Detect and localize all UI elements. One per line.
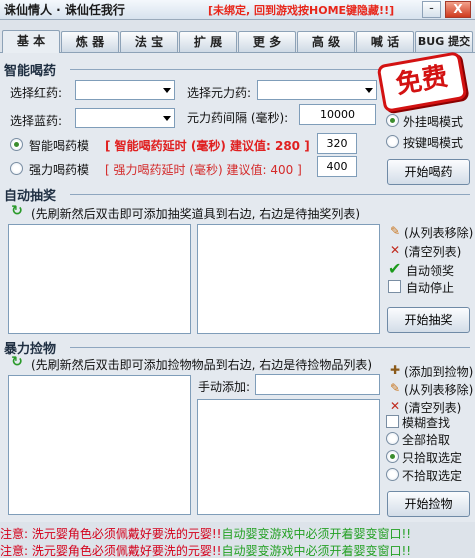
pickup-source-list[interactable] [8,375,191,515]
red-potion-label: 选择红药: [10,86,63,100]
pickup-only-selected-radio[interactable] [386,450,399,463]
pickup-not-selected-label: 不拾取选定 [402,469,463,483]
lottery-remove-link[interactable]: (从列表移除) [404,224,473,241]
fuzzy-search-checkbox[interactable] [386,415,399,428]
status-line-1: 注意: 洗元婴角色必须佩戴好要洗的元婴!!自动婴变游戏中必须开着婴变窗口!! [0,525,411,542]
external-mode-label: 外挂喝模式 [403,115,464,129]
tab-advanced[interactable]: 高 级 [297,31,355,52]
pickup-target-list[interactable] [197,399,380,515]
interval-label: 元力药间隔 (毫秒): [187,111,289,125]
delete-icon: ✕ [389,399,401,413]
blue-potion-select[interactable] [75,108,175,128]
refresh-icon[interactable]: ↻ [10,355,24,369]
tab-more[interactable]: 更 多 [238,31,296,52]
minimize-button[interactable]: - [422,1,441,18]
hotkey-mode-label: 按键喝模式 [403,136,464,150]
status-line-1-note: 自动婴变游戏中必须开着婴变窗口!! [221,527,412,541]
pickup-add-link[interactable]: (添加到捡物) [404,363,473,380]
lottery-target-list[interactable] [197,224,380,334]
fuzzy-search-label: 模糊查找 [402,416,451,430]
plus-icon: ✚ [389,363,401,377]
pickup-all-radio[interactable] [386,432,399,445]
delete-icon: ✕ [389,243,401,257]
external-mode-radio[interactable] [386,114,399,127]
manual-add-label: 手动添加: [198,380,251,394]
tab-basic[interactable]: 基 本 [2,30,60,53]
status-line-2: 注意: 洗元婴角色必须佩戴好要洗的元婴!!自动婴变游戏中必须开着婴变窗口!! [0,542,411,558]
auto-stop-checkbox[interactable] [388,280,401,293]
tab-treasure[interactable]: 法 宝 [120,31,178,52]
blue-potion-label: 选择蓝药: [10,114,63,128]
tab-shout[interactable]: 喊 话 [356,31,414,52]
hotkey-mode-radio[interactable] [386,135,399,148]
manual-add-input[interactable] [255,374,380,395]
force-mode-radio[interactable] [10,162,23,175]
potion-section-divider [70,69,380,70]
smart-delay-note: [ 智能喝药延时 (毫秒) 建议值: 280 ] [105,139,310,153]
refresh-icon[interactable]: ↻ [10,204,24,218]
lottery-clear-link[interactable]: (清空列表) [404,243,461,260]
smart-mode-radio[interactable] [10,138,23,151]
auto-stop-label: 自动停止 [406,281,455,295]
status-line-1-warning: 注意: 洗元婴角色必须佩戴好要洗的元婴!! [0,527,222,541]
marquee-notice: [未绑定, 回到游戏按HOME键隐藏!!] [208,4,395,17]
status-line-2-warning: 注意: 洗元婴角色必须佩戴好要洗的元婴!! [0,544,222,558]
force-mode-label: 强力喝药模 [29,163,90,177]
tab-extend[interactable]: 扩 展 [179,31,237,52]
smart-delay-input[interactable]: 320 [317,133,357,154]
start-pickup-button[interactable]: 开始捡物 [387,491,470,517]
lottery-hint: (先刷新然后双击即可添加抽奖道具到右边, 右边是待抽奖列表) [31,207,360,221]
pickup-hint: (先刷新然后双击即可添加捡物物品到右边, 右边是待捡物品列表) [31,358,372,372]
smart-mode-label: 智能喝药模 [29,139,90,153]
lottery-source-list[interactable] [8,224,191,334]
tab-bug-submit[interactable]: BUG 提交 [415,31,473,52]
auto-claim-checkbox[interactable]: ✔ [388,261,402,277]
lottery-section-divider [70,194,470,195]
chevron-down-icon [365,88,373,93]
pickup-remove-link[interactable]: (从列表移除) [404,381,473,398]
pickup-not-selected-radio[interactable] [386,468,399,481]
force-delay-input[interactable]: 400 [317,156,357,177]
red-potion-select[interactable] [75,80,175,100]
start-lottery-button[interactable]: 开始抽奖 [387,307,470,333]
interval-input[interactable]: 10000 [299,104,376,125]
chevron-down-icon [163,116,171,121]
pickup-only-selected-label: 只拾取选定 [402,451,463,465]
yuanli-potion-label: 选择元力药: [187,86,252,100]
lottery-section-title: 自动抽奖 [4,189,57,204]
force-delay-note: [ 强力喝药延时 (毫秒) 建议值: 400 ] [105,163,302,177]
pencil-icon: ✎ [389,224,401,238]
pickup-all-label: 全部拾取 [402,433,451,447]
yuanli-potion-select[interactable] [257,80,377,100]
close-button[interactable]: X [445,1,471,18]
potion-section-title: 智能喝药 [4,64,57,79]
tab-refine[interactable]: 炼 器 [61,31,119,52]
app-title: 诛仙情人 · 诛仙任我行 [4,3,125,17]
pencil-icon: ✎ [389,381,401,395]
auto-claim-label: 自动领奖 [406,264,455,278]
status-line-2-note: 自动婴变游戏中必须开着婴变窗口!! [221,544,412,558]
chevron-down-icon [163,88,171,93]
pickup-section-divider [70,347,470,348]
start-potion-button[interactable]: 开始喝药 [387,159,470,185]
